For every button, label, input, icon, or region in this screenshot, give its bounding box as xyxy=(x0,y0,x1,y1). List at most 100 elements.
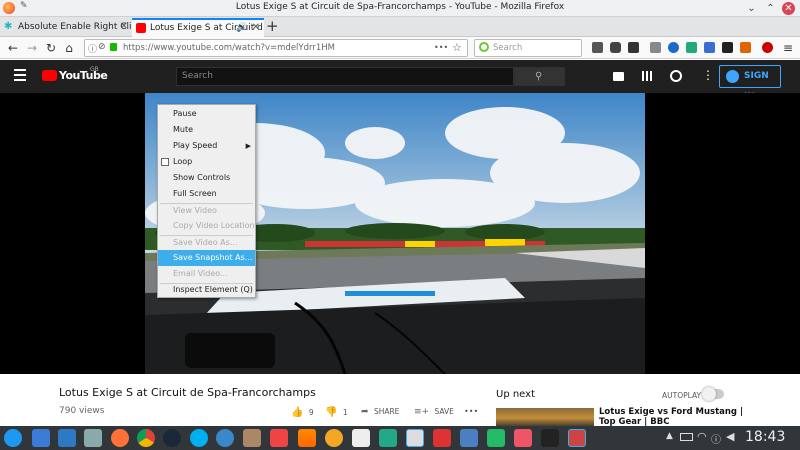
taskbar-skype-icon[interactable] xyxy=(190,429,208,447)
youtube-search-input[interactable]: Search xyxy=(176,67,514,86)
taskbar-app-book-icon[interactable] xyxy=(379,429,397,447)
taskbar-chrome-icon[interactable] xyxy=(137,429,155,447)
tab-close-icon[interactable]: ✕ xyxy=(120,18,128,36)
extension-icon-8[interactable] xyxy=(722,42,733,53)
loop-checkbox[interactable] xyxy=(161,158,169,166)
volume-icon[interactable]: ◀ xyxy=(726,430,734,443)
menu-item-play-speed[interactable]: Play Speed ▶ xyxy=(158,138,255,154)
tray-expand-icon[interactable]: ▲ xyxy=(666,431,673,441)
taskbar-firefox-icon[interactable] xyxy=(111,429,129,447)
extension-icon-9[interactable] xyxy=(740,42,751,53)
taskbar-app-screenshot-icon[interactable] xyxy=(568,429,586,447)
search-bar[interactable]: Search xyxy=(474,39,582,57)
extension-icon-6[interactable] xyxy=(686,42,697,53)
next-video-title[interactable]: Lotus Exige vs Ford Mustang | Top Gear |… xyxy=(599,407,743,427)
autoplay-toggle[interactable] xyxy=(702,387,724,401)
menu-item-label: Show Controls xyxy=(173,173,231,182)
sign-in-button[interactable]: SIGN IN xyxy=(719,65,781,102)
search-engine-icon xyxy=(479,42,489,52)
menu-item-label: Save Video As... xyxy=(173,238,238,247)
taskbar-app-monitor-icon[interactable] xyxy=(58,429,76,447)
taskbar-app-editor-icon[interactable] xyxy=(406,429,424,447)
new-tab-button[interactable]: + xyxy=(266,17,279,35)
youtube-play-icon xyxy=(42,70,57,81)
menu-item-mute[interactable]: Mute xyxy=(158,122,255,138)
print-icon[interactable] xyxy=(592,42,603,53)
extension-icon-5[interactable] xyxy=(668,42,679,53)
taskbar-app-squares-icon[interactable] xyxy=(514,429,532,447)
upload-video-icon[interactable] xyxy=(613,72,624,81)
youtube-search-button[interactable]: ⚲ xyxy=(514,67,565,86)
taskbar-vlc-icon[interactable] xyxy=(298,429,316,447)
messages-icon[interactable] xyxy=(670,70,682,82)
window-restore-icon[interactable]: ⌃ xyxy=(764,2,777,15)
reload-icon[interactable]: ↻ xyxy=(43,40,59,56)
info-icon[interactable]: ⓘ xyxy=(88,42,97,55)
taskbar-app-grid-icon[interactable] xyxy=(487,429,505,447)
taskbar-app-brush-icon[interactable] xyxy=(243,429,261,447)
settings-dots-icon[interactable]: ⋮ xyxy=(702,68,714,82)
navigation-toolbar: ← → ↻ ⌂ ⓘ ⊘ https://www.youtube.com/watc… xyxy=(0,37,800,59)
taskbar-app-document-icon[interactable] xyxy=(352,429,370,447)
tab-bar: ✱ Absolute Enable Right Click ✕ Lotus Ex… xyxy=(0,17,800,37)
tab-youtube-video[interactable]: Lotus Exige S at Circuit d 🔊 ✕ xyxy=(132,18,264,37)
tab-close-icon[interactable]: ✕ xyxy=(252,20,260,36)
taskbar-app-pdf-icon[interactable] xyxy=(433,429,451,447)
back-arrow-icon[interactable]: ← xyxy=(5,40,21,56)
tab-absolute-enable[interactable]: ✱ Absolute Enable Right Click ✕ xyxy=(0,18,132,37)
url-bar[interactable]: ⓘ ⊘ https://www.youtube.com/watch?v=mdel… xyxy=(84,39,468,57)
account-icon xyxy=(726,70,739,83)
clock[interactable]: 18:43 xyxy=(745,429,785,445)
hamburger-menu-icon[interactable]: ≡ xyxy=(780,40,796,56)
window-close-icon[interactable]: ✕ xyxy=(782,2,795,15)
taskbar-app-swirl-icon[interactable] xyxy=(216,429,234,447)
thumbs-down-icon: 👎 xyxy=(325,407,338,418)
taskbar-terminal-icon[interactable] xyxy=(541,429,559,447)
menu-item-loop[interactable]: Loop xyxy=(158,154,255,170)
url-text[interactable]: https://www.youtube.com/watch?v=mdelYdrr… xyxy=(123,43,335,53)
search-icon: ⚲ xyxy=(535,71,543,82)
next-video-thumbnail[interactable] xyxy=(496,408,594,428)
taskbar-steam-icon[interactable] xyxy=(163,429,181,447)
page-actions-icon[interactable]: ••• xyxy=(434,43,448,52)
autoplay-label: AUTOPLAY xyxy=(662,391,702,400)
notification-icon[interactable]: ⓘ xyxy=(711,431,721,446)
dislike-button[interactable]: 👎 1 xyxy=(325,407,348,418)
bookmark-star-icon[interactable]: ☆ xyxy=(452,41,462,54)
wifi-icon[interactable]: ◠ xyxy=(697,430,707,443)
taskbar-app-slides-icon[interactable] xyxy=(270,429,288,447)
permissions-icon[interactable]: ⊘ xyxy=(98,42,106,52)
download-icon[interactable] xyxy=(628,42,639,53)
battery-icon[interactable] xyxy=(680,433,693,441)
menu-item-pause[interactable]: Pause xyxy=(158,106,255,122)
window-chevron-icon[interactable]: ⌄ xyxy=(745,2,758,15)
apps-grid-icon[interactable] xyxy=(642,71,652,81)
puzzle-extension-icon[interactable] xyxy=(610,42,621,53)
application-launcher-icon[interactable] xyxy=(4,429,22,447)
menu-item-label: Pause xyxy=(173,109,197,118)
share-button[interactable]: ➦ SHARE xyxy=(361,407,399,417)
menu-item-show-controls[interactable]: Show Controls xyxy=(158,170,255,186)
extension-icon-7[interactable] xyxy=(704,42,715,53)
youtube-favicon-icon xyxy=(136,23,146,33)
taskbar-app-graph-icon[interactable] xyxy=(460,429,478,447)
taskbar-app-desktop-icon[interactable] xyxy=(32,429,50,447)
save-button[interactable]: ≡+ SAVE xyxy=(414,407,454,417)
taskbar-app-files-icon[interactable] xyxy=(84,429,102,447)
view-count: 790 views xyxy=(59,406,105,416)
menu-item-save-snapshot[interactable]: Save Snapshot As... xyxy=(158,250,255,266)
like-button[interactable]: 👍 9 xyxy=(291,407,314,418)
youtube-region-label: GB xyxy=(90,66,99,73)
extension-badge-icon[interactable] xyxy=(762,42,773,53)
tab-audio-icon[interactable]: 🔊 xyxy=(236,20,247,36)
guide-menu-icon[interactable] xyxy=(14,69,26,81)
youtube-header: YouTube GB Search ⚲ ⋮ xyxy=(0,60,800,93)
taskbar-app-croissant-icon[interactable] xyxy=(325,429,343,447)
extension-icon-4[interactable] xyxy=(650,42,661,53)
more-actions-button[interactable]: ••• xyxy=(464,407,478,416)
tab-favicon-icon: ✱ xyxy=(4,21,13,32)
forward-arrow-icon[interactable]: → xyxy=(24,40,40,56)
home-icon[interactable]: ⌂ xyxy=(61,40,77,56)
menu-item-full-screen[interactable]: Full Screen xyxy=(158,186,255,202)
menu-item-inspect-element[interactable]: Inspect Element (Q) xyxy=(158,282,255,298)
